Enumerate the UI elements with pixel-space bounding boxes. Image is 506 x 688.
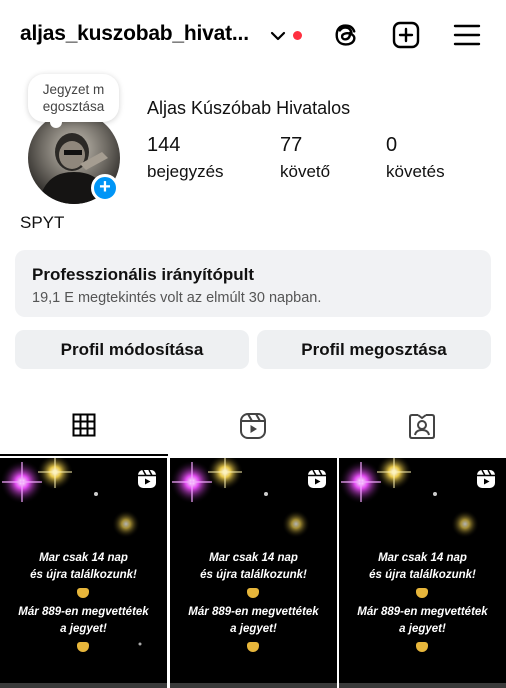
bio-name: SPYT [20, 213, 65, 232]
post-caption-bottom: Már 889-en megvettétek a jegyet! [339, 604, 506, 638]
ticket-emoji-icon [415, 640, 429, 654]
note-bubble[interactable]: Jegyzet m egosztása [28, 74, 119, 128]
edit-profile-button[interactable]: Profil módosítása [15, 330, 249, 369]
ticket-emoji-icon [246, 640, 260, 654]
posts-grid: Mar csak 14 nap és újra találkozunk! Már… [0, 458, 506, 688]
stat-value: 144 [147, 134, 181, 156]
caption-line: Mar csak 14 nap [378, 552, 467, 564]
tab-posts[interactable] [0, 396, 168, 456]
profile-tabs [0, 396, 506, 456]
dashboard-subtitle: 19,1 E megtekintés volt az elmúlt 30 nap… [32, 290, 322, 306]
caption-line: Már 889-en megvettétek [188, 606, 319, 618]
post-tile[interactable]: Mar csak 14 nap és újra találkozunk! Már… [339, 458, 506, 683]
stat-value: 77 [280, 134, 303, 156]
next-row-preview [0, 683, 167, 688]
professional-dashboard[interactable]: Professzionális irányítópult 19,1 E megt… [15, 250, 491, 317]
reel-indicator-icon [308, 469, 326, 488]
caption-line: Már 889-en megvettétek [18, 606, 149, 618]
post-tile[interactable]: Mar csak 14 nap és újra találkozunk! Már… [0, 458, 167, 683]
ticket-emoji-icon [415, 586, 429, 600]
post-caption-bottom: Már 889-en megvettétek a jegyet! [170, 604, 337, 638]
next-row-preview [170, 683, 337, 688]
threads-icon[interactable] [331, 20, 361, 50]
post-caption-bottom: Már 889-en megvettétek a jegyet! [0, 604, 167, 638]
top-bar: aljas_kuszobab_hivat... [0, 0, 506, 70]
caption-line: a jegyet! [399, 623, 446, 635]
username-switcher[interactable]: aljas_kuszobab_hivat... [20, 22, 249, 46]
grid-icon [72, 413, 96, 437]
post-caption-top: Mar csak 14 nap és újra találkozunk! [170, 550, 337, 584]
tagged-icon [409, 414, 435, 439]
profile-full-name: Aljas Kúszóbab Hivatalos [147, 98, 351, 118]
caption-line: és újra találkozunk! [200, 569, 307, 581]
stat-label: követő [280, 162, 331, 181]
add-post-icon[interactable] [391, 20, 421, 50]
stat-posts[interactable]: 144 bejegyzés [147, 134, 224, 182]
ticket-emoji-icon [246, 586, 260, 600]
caption-line: Mar csak 14 nap [39, 552, 128, 564]
share-profile-button[interactable]: Profil megosztása [257, 330, 491, 369]
dashboard-title: Professzionális irányítópult [32, 265, 254, 284]
post-caption-top: Mar csak 14 nap és újra találkozunk! [339, 550, 506, 584]
notification-dot [293, 31, 302, 40]
stat-label: bejegyzés [147, 162, 224, 181]
tab-tagged[interactable] [338, 396, 506, 456]
stat-label: követés [386, 162, 445, 181]
ticket-emoji-icon [76, 586, 90, 600]
chevron-down-icon[interactable] [268, 26, 288, 46]
stat-followers[interactable]: 77 követő [280, 134, 330, 182]
caption-line: a jegyet! [230, 623, 277, 635]
post-tile[interactable]: Mar csak 14 nap és újra találkozunk! Már… [170, 458, 337, 683]
ticket-emoji-icon [76, 640, 90, 654]
reels-icon [240, 413, 266, 439]
caption-line: Mar csak 14 nap [209, 552, 298, 564]
caption-line: Már 889-en megvettétek [357, 606, 488, 618]
stat-following[interactable]: 0 követés [386, 134, 445, 182]
caption-line: a jegyet! [60, 623, 107, 635]
caption-line: és újra találkozunk! [369, 569, 476, 581]
reel-indicator-icon [138, 469, 156, 488]
tab-reels[interactable] [169, 396, 337, 456]
menu-icon[interactable] [452, 20, 482, 50]
add-story-button[interactable]: + [91, 174, 119, 202]
next-row-preview [339, 683, 506, 688]
caption-line: és újra találkozunk! [30, 569, 137, 581]
reel-indicator-icon [477, 469, 495, 488]
post-caption-top: Mar csak 14 nap és újra találkozunk! [0, 550, 167, 584]
stat-value: 0 [386, 134, 398, 156]
